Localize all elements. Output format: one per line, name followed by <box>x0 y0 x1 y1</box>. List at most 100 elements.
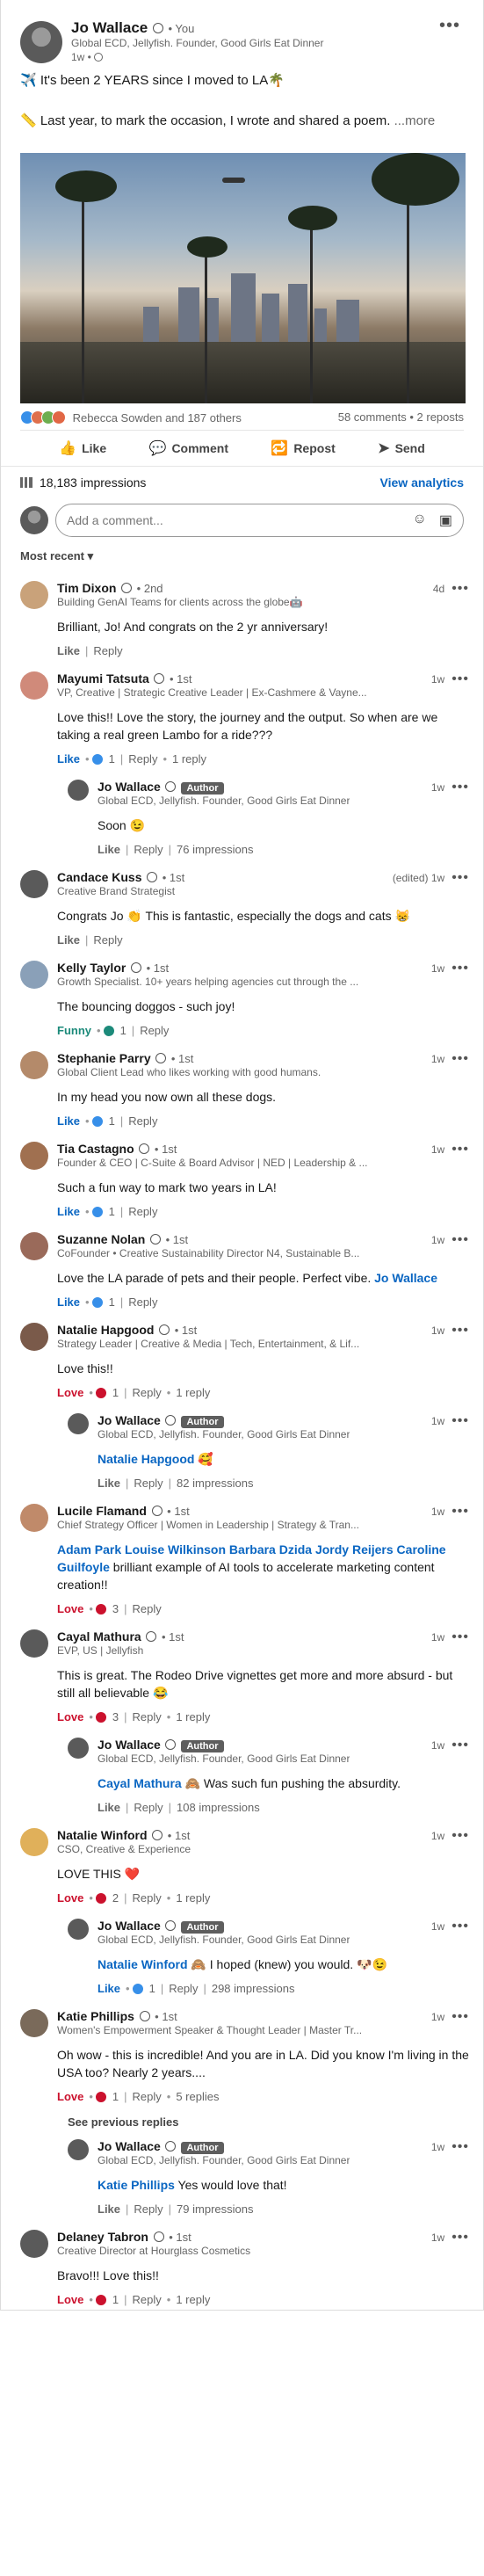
comment-more-icon[interactable]: ••• <box>451 2139 469 2154</box>
reply-button[interactable]: Reply <box>93 644 122 657</box>
commenter-avatar[interactable] <box>20 2009 48 2037</box>
reply-button[interactable]: Reply <box>93 933 122 947</box>
reaction-count[interactable]: 3 <box>112 1710 119 1723</box>
react-button[interactable]: Like <box>98 843 120 856</box>
react-button[interactable]: Like <box>57 1295 80 1309</box>
reply-button[interactable]: Reply <box>134 2202 163 2216</box>
comment-more-icon[interactable]: ••• <box>451 671 469 686</box>
post-image[interactable] <box>20 153 466 403</box>
commenter-avatar[interactable] <box>20 1504 48 1532</box>
react-button[interactable]: Love <box>57 1891 83 1905</box>
react-button[interactable]: Like <box>57 933 80 947</box>
commenter-name[interactable]: Jo Wallace <box>98 780 161 794</box>
comment-more-icon[interactable]: ••• <box>451 1738 469 1752</box>
reaction-count[interactable]: 2 <box>112 1891 119 1905</box>
comment-more-icon[interactable]: ••• <box>451 870 469 885</box>
comment-more-icon[interactable]: ••• <box>451 2230 469 2245</box>
reply-button[interactable]: Reply <box>133 1710 162 1723</box>
reaction-count[interactable]: 1 <box>112 2090 119 2103</box>
react-button[interactable]: Like <box>98 2202 120 2216</box>
send-button[interactable]: ➤ Send <box>378 439 425 457</box>
comment-more-icon[interactable]: ••• <box>451 1413 469 1428</box>
replies-count[interactable]: 5 replies <box>176 2090 219 2103</box>
commenter-name[interactable]: Lucile Flamand <box>57 1504 147 1518</box>
commenter-avatar[interactable] <box>20 1828 48 1856</box>
reactions-summary[interactable]: Rebecca Sowden and 187 others <box>20 410 242 430</box>
react-button[interactable]: Love <box>57 1386 83 1399</box>
react-button[interactable]: Like <box>57 752 80 766</box>
comment-more-icon[interactable]: ••• <box>451 780 469 795</box>
reply-button[interactable]: Reply <box>128 1295 157 1309</box>
commenter-avatar[interactable] <box>68 1413 89 1434</box>
commenter-name[interactable]: Candace Kuss <box>57 870 141 884</box>
commenter-name[interactable]: Mayumi Tatsuta <box>57 671 149 686</box>
reaction-count[interactable]: 1 <box>109 752 115 766</box>
replies-count[interactable]: 1 reply <box>176 2293 210 2306</box>
commenter-avatar[interactable] <box>20 671 48 700</box>
reply-button[interactable]: Reply <box>134 1801 163 1814</box>
commenter-name[interactable]: Jo Wallace <box>98 1738 161 1752</box>
see-more-link[interactable]: ...more <box>394 113 436 128</box>
commenter-avatar[interactable] <box>20 1629 48 1658</box>
reply-button[interactable]: Reply <box>134 1477 163 1490</box>
comment-more-icon[interactable]: ••• <box>451 1919 469 1934</box>
commenter-name[interactable]: Jo Wallace <box>98 1919 161 1933</box>
reply-button[interactable]: Reply <box>128 1114 157 1128</box>
reply-button[interactable]: Reply <box>133 1602 162 1615</box>
react-button[interactable]: Like <box>98 1477 120 1490</box>
commenter-avatar[interactable] <box>68 1738 89 1759</box>
replies-count[interactable]: 1 reply <box>172 752 206 766</box>
see-previous-replies-link[interactable]: See previous replies <box>1 2107 483 2129</box>
post-more-icon[interactable]: ••• <box>439 16 460 36</box>
comment-more-icon[interactable]: ••• <box>451 1504 469 1519</box>
reply-button[interactable]: Reply <box>133 2293 162 2306</box>
commenter-name[interactable]: Natalie Hapgood <box>57 1323 154 1337</box>
reply-button[interactable]: Reply <box>133 1386 162 1399</box>
commenter-avatar[interactable] <box>20 1232 48 1260</box>
comment-more-icon[interactable]: ••• <box>451 581 469 596</box>
commenter-name[interactable]: Tia Castagno <box>57 1142 134 1156</box>
reply-button[interactable]: Reply <box>134 843 163 856</box>
commenter-avatar[interactable] <box>20 1051 48 1079</box>
react-button[interactable]: Love <box>57 1710 83 1723</box>
reply-button[interactable]: Reply <box>140 1024 169 1037</box>
comment-more-icon[interactable]: ••• <box>451 1232 469 1247</box>
commenter-avatar[interactable] <box>20 2230 48 2258</box>
mention-link[interactable]: Natalie Hapgood <box>98 1452 194 1466</box>
sort-dropdown[interactable]: Most recent ▾ <box>1 542 483 570</box>
reply-button[interactable]: Reply <box>133 1891 162 1905</box>
comment-input[interactable]: Add a comment... ☺ ▣ <box>55 504 464 537</box>
react-button[interactable]: Like <box>57 1205 80 1218</box>
reaction-count[interactable]: 1 <box>109 1295 115 1309</box>
comment-more-icon[interactable]: ••• <box>451 1629 469 1644</box>
repost-button[interactable]: 🔁 Repost <box>271 439 335 457</box>
react-button[interactable]: Like <box>57 1114 80 1128</box>
commenter-avatar[interactable] <box>68 780 89 801</box>
author-avatar[interactable] <box>20 21 62 63</box>
reaction-count[interactable]: 1 <box>109 1205 115 1218</box>
commenter-name[interactable]: Jo Wallace <box>98 2139 161 2153</box>
react-button[interactable]: Love <box>57 2090 83 2103</box>
comment-more-icon[interactable]: ••• <box>451 961 469 976</box>
reply-button[interactable]: Reply <box>169 1982 198 1995</box>
commenter-avatar[interactable] <box>20 870 48 898</box>
reaction-count[interactable]: 1 <box>112 1386 119 1399</box>
commenter-avatar[interactable] <box>20 961 48 989</box>
comment-more-icon[interactable]: ••• <box>451 1142 469 1157</box>
reaction-count[interactable]: 3 <box>112 1602 119 1615</box>
reaction-count[interactable]: 1 <box>120 1024 126 1037</box>
comments-reposts-count[interactable]: 58 comments • 2 reposts <box>338 410 464 430</box>
react-button[interactable]: Love <box>57 2293 83 2306</box>
reaction-count[interactable]: 1 <box>112 2293 119 2306</box>
react-button[interactable]: Funny <box>57 1024 91 1037</box>
reaction-count[interactable]: 1 <box>109 1114 115 1128</box>
reply-button[interactable]: Reply <box>133 2090 162 2103</box>
like-button[interactable]: 👍 Like <box>59 439 106 457</box>
react-button[interactable]: Like <box>98 1801 120 1814</box>
comment-more-icon[interactable]: ••• <box>451 2009 469 2024</box>
reply-button[interactable]: Reply <box>128 1205 157 1218</box>
replies-count[interactable]: 1 reply <box>176 1891 210 1905</box>
reaction-count[interactable]: 1 <box>149 1982 155 1995</box>
commenter-avatar[interactable] <box>20 581 48 609</box>
reply-button[interactable]: Reply <box>128 752 157 766</box>
